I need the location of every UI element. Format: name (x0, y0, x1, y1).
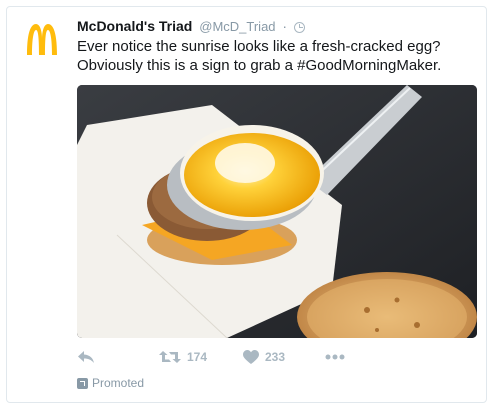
reply-button[interactable] (77, 347, 95, 367)
golden-arches-icon (27, 24, 57, 55)
promoted-icon (77, 377, 88, 389)
display-name[interactable]: McDonald's Triad (77, 18, 192, 34)
separator-dot: · (282, 18, 288, 34)
user-handle[interactable]: @McD_Triad (199, 19, 275, 34)
heart-icon (243, 349, 259, 364)
promoted-text: Promoted (92, 376, 145, 390)
tweet-card[interactable]: McDonald's Triad @McD_Triad · Ever notic… (6, 6, 487, 403)
tweet-header: McDonald's Triad @McD_Triad · (77, 17, 305, 36)
tweet-text: Ever notice the sunrise looks like a fre… (77, 37, 477, 75)
tweet-media-image[interactable] (77, 85, 477, 338)
like-button[interactable]: 233 (243, 347, 285, 367)
retweet-icon (159, 351, 181, 363)
retweet-count: 174 (187, 350, 208, 364)
globe-icon (293, 21, 305, 33)
retweet-button[interactable]: 174 (159, 347, 207, 367)
more-icon (325, 354, 345, 360)
egg-sandwich-photo (77, 85, 477, 338)
mcdonalds-logo-avatar[interactable] (22, 19, 62, 59)
more-button[interactable] (325, 347, 345, 367)
tweet-actions: 174 233 (77, 347, 477, 367)
like-count: 233 (265, 350, 286, 364)
reply-icon (78, 351, 94, 363)
tweet-text-line-2: Obviously this is a sign to grab a #Good… (77, 57, 442, 74)
promoted-label[interactable]: Promoted (77, 376, 144, 390)
tweet-text-line-1: Ever notice the sunrise looks like a fre… (77, 38, 441, 55)
